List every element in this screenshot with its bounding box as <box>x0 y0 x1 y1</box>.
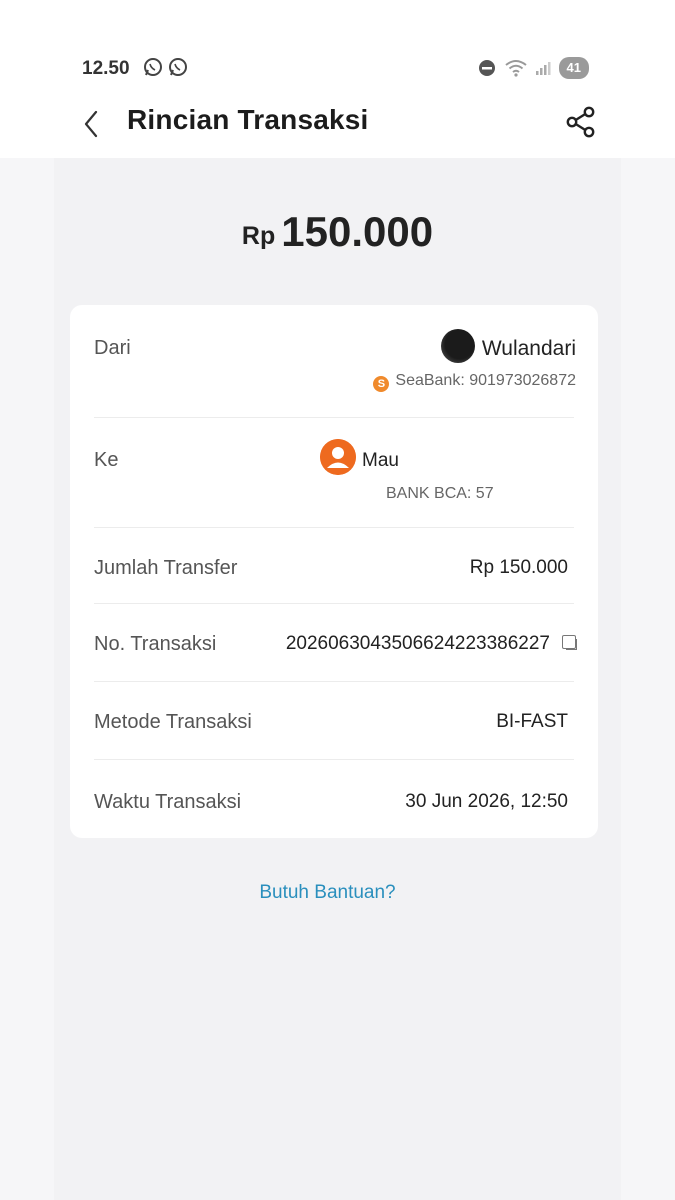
transaction-amount: Rp 150.000 <box>0 208 675 256</box>
back-button[interactable] <box>80 108 104 140</box>
transfer-amount-value: Rp 150.000 <box>469 557 568 578</box>
from-label: Dari <box>94 337 131 359</box>
do-not-disturb-icon <box>478 60 495 76</box>
transaction-number-label: No. Transaksi <box>94 633 217 655</box>
transaction-method-label: Metode Transaksi <box>94 711 252 733</box>
divider <box>94 681 574 682</box>
transaction-number-value[interactable]: 20260630435066242233862​27 <box>285 633 577 655</box>
redaction <box>500 483 590 505</box>
sender-bank: S SeaBank: 901973026872 <box>373 372 576 392</box>
signal-icon <box>535 62 551 75</box>
whatsapp-icon <box>144 58 162 76</box>
divider <box>94 603 574 604</box>
transaction-time-value: 30 Jun 2026, 12:50 <box>405 791 568 812</box>
redaction <box>406 449 576 471</box>
share-button[interactable] <box>566 106 596 138</box>
whatsapp-icon <box>169 58 187 76</box>
help-link[interactable]: Butuh Bantuan? <box>0 882 655 904</box>
status-time: 12.50 <box>82 58 130 79</box>
amount-currency: Rp <box>241 222 276 250</box>
copy-icon[interactable] <box>562 635 577 650</box>
divider <box>94 417 574 418</box>
transaction-method-value: BI-FAST <box>496 711 568 732</box>
receiver-avatar-icon <box>320 439 356 475</box>
to-label: Ke <box>94 449 119 471</box>
status-bar: 12.50 41 <box>0 0 675 90</box>
transaction-details-card: Dari Wulandari S SeaBank: 901973026872 Ke… <box>70 305 598 838</box>
transfer-amount-label: Jumlah Transfer <box>94 557 238 579</box>
sender-avatar <box>441 329 475 363</box>
seabank-icon: S <box>373 376 390 392</box>
transaction-number-text: 20260630435066242233862​27 <box>285 633 550 654</box>
divider <box>94 759 574 760</box>
receiver-bank: BANK BCA: 57 <box>386 485 494 502</box>
amount-value: 150.000 <box>281 208 434 255</box>
wifi-icon <box>504 60 527 77</box>
battery-level: 41 <box>558 57 589 79</box>
sender-bank-text: SeaBank: 901973026872 <box>395 372 576 389</box>
receiver-name: Mau <box>362 450 399 471</box>
page-title: Rincian Transaksi <box>127 104 369 135</box>
sender-name: Wulandari <box>481 337 576 360</box>
divider <box>94 527 574 528</box>
app-header: Rincian Transaksi <box>0 90 675 158</box>
transaction-time-label: Waktu Transaksi <box>94 791 242 813</box>
status-indicators: 41 <box>477 56 589 80</box>
